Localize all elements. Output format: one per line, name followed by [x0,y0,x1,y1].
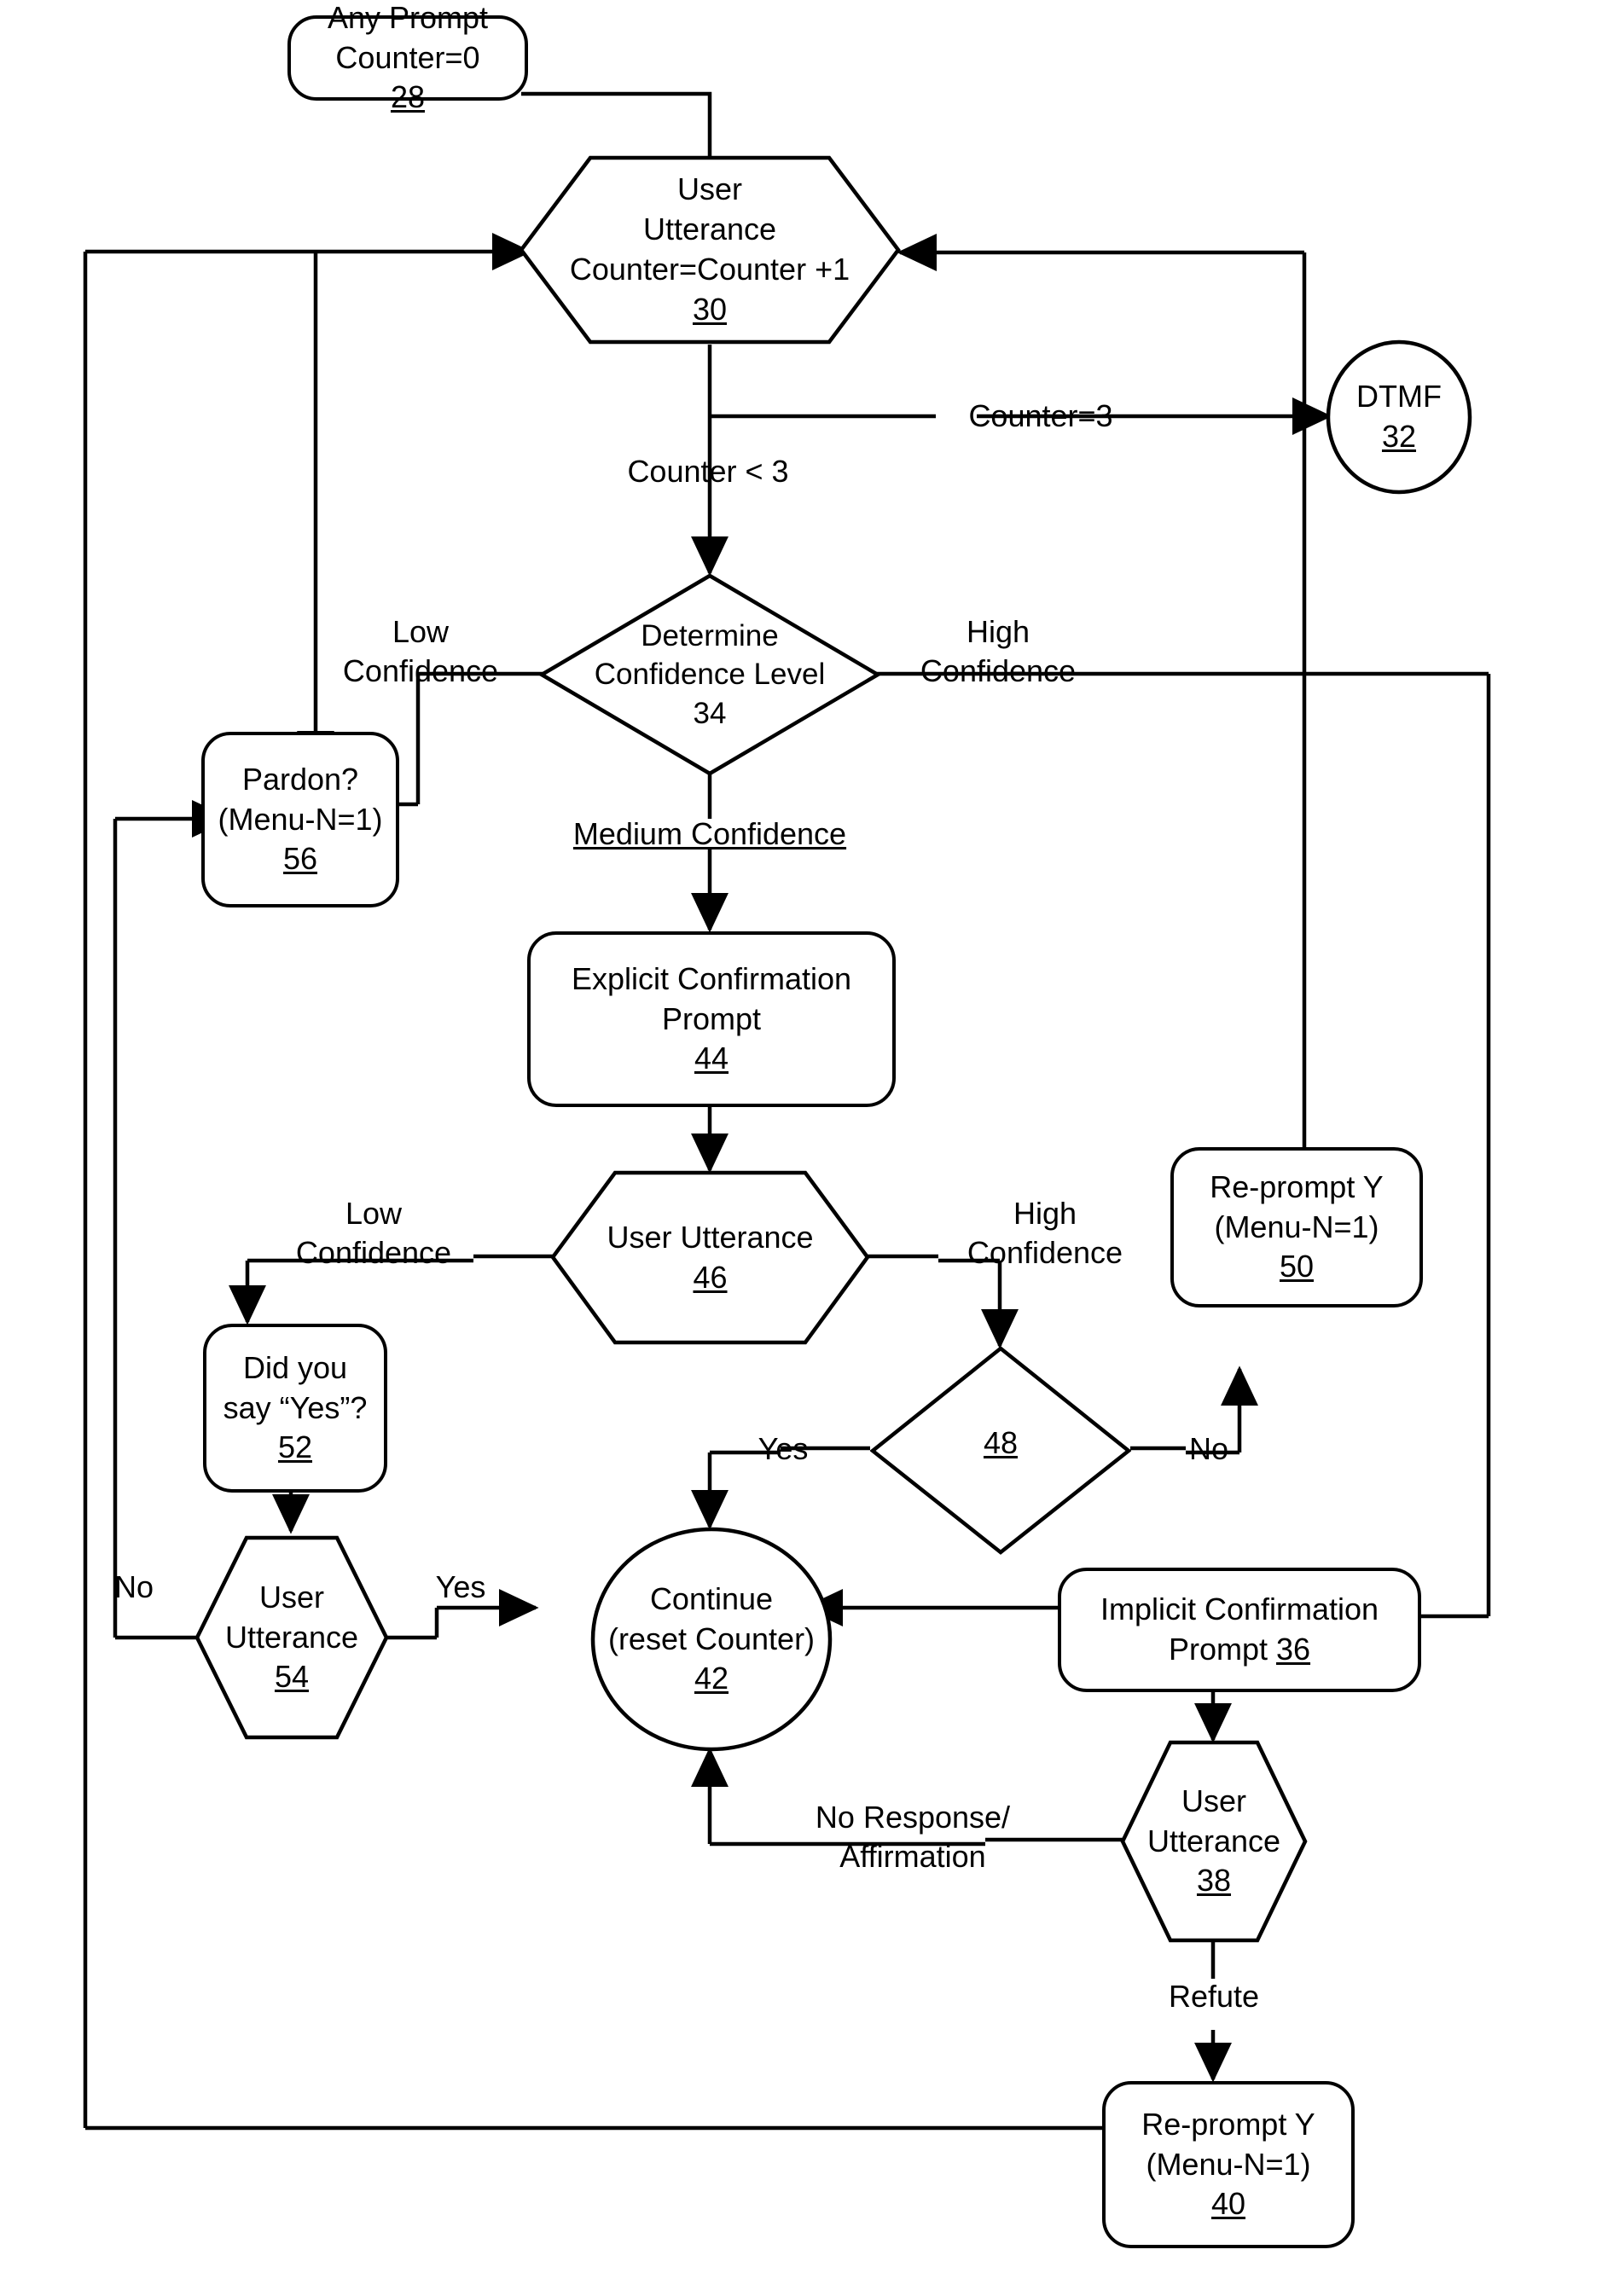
node-42-line1: Continue [649,1580,774,1616]
node-38-ref: 38 [1196,1863,1232,1899]
edge-label-yes-48: Yes [758,1431,809,1466]
edge-label-counter-lt-3: Counter < 3 [627,454,789,489]
node-dtmf-32[interactable]: DTMF 32 [1326,339,1472,495]
node-32-ref: 32 [1381,419,1417,454]
flowchart-canvas: Any Prompt Counter=0 28 User Utterance C… [0,0,1608,2296]
node-34-line1: Determine [641,618,779,652]
node-42-ref: 42 [694,1661,729,1696]
node-42-line2: (reset Counter) [607,1621,816,1656]
node-28-ref: 28 [390,79,426,115]
node-50-line2: (Menu-N=1) [1214,1209,1379,1244]
node-44-ref: 44 [694,1041,729,1076]
node-52-line1: Did you [242,1349,348,1385]
node-reprompt-y-50[interactable]: Re-prompt Y (Menu-N=1) 50 [1170,1147,1423,1307]
node-56-ref: 56 [282,841,318,877]
node-pardon-56[interactable]: Pardon? (Menu-N=1) 56 [201,732,399,907]
node-decision-48[interactable]: 48 [870,1346,1131,1555]
edge-28-to-30 [521,91,712,158]
node-reprompt-y-40[interactable]: Re-prompt Y (Menu-N=1) 40 [1102,2081,1355,2248]
node-30-ref: 30 [692,291,728,327]
node-52-line2: say “Yes”? [223,1389,368,1425]
node-28-line1: Any Prompt [327,0,489,35]
node-54-line1: User [258,1579,324,1615]
node-56-line2: (Menu-N=1) [218,801,383,837]
node-34-line2: Confidence Level [594,658,826,692]
edge-label-low-confidence-46: Low Confidence [295,1196,452,1271]
node-36-line2: Prompt 36 [1100,1630,1379,1670]
edge-label-medium-confidence: Medium Confidence [572,816,847,851]
node-30-line3: Counter=Counter +1 [569,252,850,287]
node-explicit-confirmation-44[interactable]: Explicit Confirmation Prompt 44 [527,931,896,1107]
node-36-line1: Implicit Confirmation [1100,1592,1379,1627]
node-30-line1: User [676,171,742,207]
edge-label-no-48: No [1188,1431,1229,1466]
edge-label-no-54: No [113,1569,154,1604]
node-40-ref: 40 [1210,2186,1246,2222]
node-48-ref: 48 [983,1425,1019,1461]
node-determine-confidence-34[interactable]: Determine Confidence Level 34 [539,573,880,776]
node-any-prompt-28[interactable]: Any Prompt Counter=0 28 [287,0,528,114]
node-44-line2: Prompt [661,1000,762,1036]
edge-label-no-response-affirmation: No Response/Affirmation [815,1800,1011,1875]
node-34-ref: 34 [693,696,727,730]
node-44-line1: Explicit Confirmation [571,960,852,996]
edge-label-yes-54: Yes [435,1569,486,1604]
node-32-line1: DTMF [1356,379,1442,415]
node-46-line1: User Utterance [607,1219,814,1255]
edge-label-high-confidence-46: High Confidence [967,1196,1123,1271]
node-30-line2: Utterance [642,212,777,247]
node-40-line1: Re-prompt Y [1141,2106,1315,2142]
node-38-line2: Utterance [1146,1823,1281,1858]
edge-label-high-confidence-34: High Confidence [920,614,1077,689]
node-50-line1: Re-prompt Y [1210,1168,1384,1204]
node-user-utterance-54[interactable]: User Utterance 54 [194,1535,389,1740]
node-38-line1: User [1181,1783,1246,1818]
node-52-ref: 52 [277,1429,313,1465]
node-implicit-confirmation-36[interactable]: Implicit Confirmation Prompt 36 [1058,1568,1421,1692]
node-user-utterance-30[interactable]: User Utterance Counter=Counter +1 30 [519,155,901,345]
node-54-ref: 54 [274,1659,310,1695]
node-36-line2-text: Prompt [1168,1632,1276,1667]
node-continue-42[interactable]: Continue (reset Counter) 42 [590,1527,833,1752]
edge-label-counter-eq-3: Counter=3 [968,398,1113,433]
node-28-line2: Counter=0 [335,39,480,75]
node-46-ref: 46 [693,1259,728,1295]
node-did-you-say-yes-52[interactable]: Did you say “Yes”? 52 [203,1324,387,1493]
node-user-utterance-38[interactable]: User Utterance 38 [1120,1740,1308,1943]
node-40-line2: (Menu-N=1) [1146,2146,1311,2182]
node-50-ref: 50 [1279,1249,1315,1284]
node-36-ref: 36 [1276,1632,1311,1667]
edge-label-refute: Refute [1168,1979,1260,2014]
node-54-line2: Utterance [224,1619,359,1655]
edge-label-low-confidence-34: Low Confidence [342,614,499,689]
node-user-utterance-46[interactable]: User Utterance 46 [550,1170,870,1345]
node-56-line1: Pardon? [241,761,359,797]
